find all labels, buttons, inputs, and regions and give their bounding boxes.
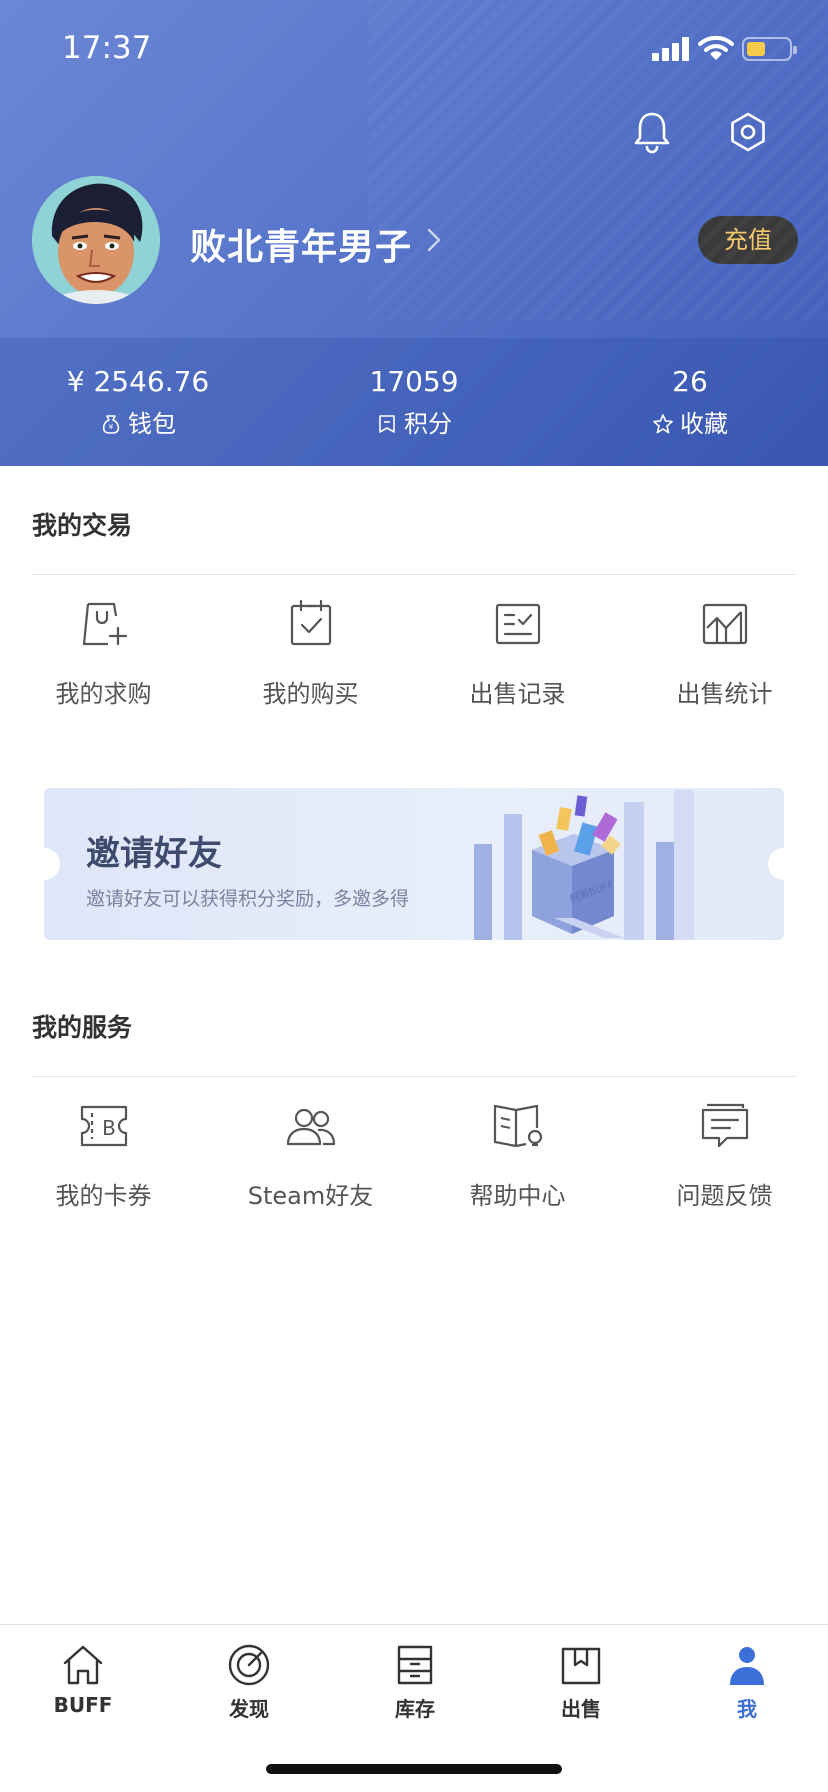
home-icon: [63, 1645, 103, 1685]
my-buy-requests-label: 我的求购: [55, 680, 152, 708]
my-buy-requests-button[interactable]: 我的求购: [0, 598, 207, 709]
notification-bell-icon[interactable]: [632, 110, 672, 154]
tab-inventory[interactable]: 库存: [332, 1643, 498, 1722]
feedback-label: 问题反馈: [676, 1182, 773, 1210]
sale-record-icon: [495, 603, 540, 645]
avatar[interactable]: [32, 176, 160, 304]
avatar-portrait-icon: [32, 176, 160, 304]
points-label: 积分: [404, 410, 452, 438]
wallet-label: 钱包: [128, 410, 176, 438]
svg-text:¥: ¥: [109, 423, 114, 431]
friends-icon: [286, 1108, 335, 1146]
feedback-icon: [701, 1103, 748, 1148]
stats-bar: ¥ 2546.76 ¥ 钱包 17059 积分 26 收藏: [0, 338, 828, 466]
tab-sell-label: 出售: [561, 1697, 601, 1721]
help-center-button[interactable]: 帮助中心: [414, 1100, 621, 1211]
tab-me[interactable]: 我: [664, 1643, 828, 1722]
help-center-label: 帮助中心: [469, 1182, 566, 1210]
points-value: 17059: [369, 365, 459, 398]
divider: [32, 1076, 796, 1077]
service-section-title: 我的服务: [32, 1013, 133, 1042]
wallet-balance: ¥ 2546.76: [66, 365, 210, 398]
trade-section-title: 我的交易: [32, 511, 133, 540]
steam-friends-button[interactable]: Steam好友: [207, 1100, 414, 1211]
star-icon: [653, 414, 673, 434]
favorites-label: 收藏: [680, 410, 728, 438]
wallet-icon: ¥: [102, 415, 120, 434]
steam-friends-label: Steam好友: [247, 1182, 374, 1210]
recharge-button[interactable]: 充值: [698, 216, 798, 264]
stat-points[interactable]: 17059 积分: [276, 364, 552, 440]
stat-wallet[interactable]: ¥ 2546.76 ¥ 钱包: [0, 364, 276, 440]
banner-notch-left: [44, 848, 60, 880]
divider: [32, 574, 796, 575]
tab-me-label: 我: [737, 1697, 757, 1721]
svg-text:B: B: [102, 1116, 116, 1140]
username[interactable]: 败北青年男子: [190, 218, 412, 270]
sale-records-label: 出售记录: [469, 680, 566, 708]
feedback-button[interactable]: 问题反馈: [621, 1100, 828, 1211]
sale-stats-label: 出售统计: [676, 680, 773, 708]
tab-discover[interactable]: 发现: [166, 1643, 332, 1722]
sell-box-icon: [561, 1647, 601, 1685]
my-coupons-label: 我的卡券: [55, 1182, 152, 1210]
sale-stats-button[interactable]: 出售统计: [621, 598, 828, 709]
favorites-count: 26: [672, 365, 708, 398]
tab-buff-label: BUFF: [53, 1693, 113, 1717]
buy-request-icon: [82, 602, 127, 646]
purchase-icon: [290, 599, 331, 646]
tab-inventory-label: 库存: [395, 1697, 435, 1721]
profile-header: 17:37 败北青年男子 充值 ¥ 2546.76 ¥ 钱包 17059 积分 …: [0, 0, 828, 466]
coupon-icon: B: [80, 1105, 127, 1147]
help-book-icon: [493, 1104, 542, 1148]
home-indicator: [266, 1764, 562, 1774]
status-time: 17:37: [62, 30, 152, 66]
invite-title: 邀请好友: [86, 834, 222, 874]
wifi-icon: [698, 35, 734, 60]
stat-favorites[interactable]: 26 收藏: [552, 364, 828, 440]
sale-records-button[interactable]: 出售记录: [414, 598, 621, 709]
service-grid: B 我的卡券 Steam好友 帮助中心 问题反馈: [0, 1100, 828, 1230]
tab-buff[interactable]: BUFF: [0, 1643, 166, 1717]
tab-discover-label: 发现: [229, 1697, 269, 1721]
trade-grid: 我的求购 我的购买 出售记录 出售统计: [0, 598, 828, 728]
status-bar: 17:37: [0, 0, 828, 100]
tab-sell[interactable]: 出售: [498, 1643, 664, 1722]
invite-subtitle: 邀请好友可以获得积分奖励，多邀多得: [86, 888, 410, 910]
user-icon: [730, 1647, 764, 1685]
inventory-icon: [397, 1645, 433, 1685]
discover-icon: [228, 1644, 270, 1686]
my-coupons-button[interactable]: B 我的卡券: [0, 1100, 207, 1211]
gift-box-illustration-icon: 网易BUFF: [474, 790, 694, 940]
sale-stats-icon: [702, 603, 747, 645]
chevron-right-icon[interactable]: [424, 226, 444, 254]
settings-gear-icon[interactable]: [726, 110, 770, 154]
points-icon: [379, 415, 395, 433]
my-purchases-button[interactable]: 我的购买: [207, 598, 414, 709]
invite-friends-banner[interactable]: 邀请好友 邀请好友可以获得积分奖励，多邀多得 网易BUFF: [44, 788, 784, 940]
battery-icon: [742, 37, 797, 61]
my-purchases-label: 我的购买: [262, 680, 359, 708]
signal-icon: [652, 37, 690, 61]
